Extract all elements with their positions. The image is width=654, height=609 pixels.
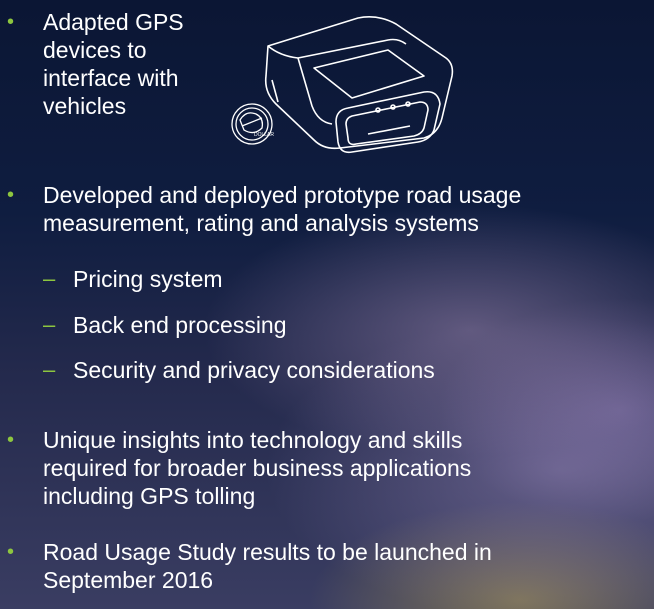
bullet-line: measurement, rating and analysis systems — [43, 210, 479, 236]
sub-bullet-pricing: – Pricing system — [0, 265, 654, 293]
bullet-line: devices to — [43, 37, 147, 63]
bullet-dot: • — [7, 11, 15, 33]
sub-bullet-text: Pricing system — [73, 266, 223, 292]
obd-device-image: DOLLAR — [231, 16, 454, 154]
bullet-line: including GPS tolling — [43, 483, 256, 509]
bullet-line: required for broader business applicatio… — [43, 455, 472, 481]
sub-bullet-text: Security and privacy considerations — [73, 357, 435, 383]
sub-bullet-text: Back end processing — [73, 312, 287, 338]
bullet-developed: • Developed and deployed prototype road … — [0, 181, 654, 237]
bullet-line: Road Usage Study results to be launched … — [43, 539, 492, 565]
bullet-dot: • — [7, 541, 15, 563]
sub-bullet-backend: – Back end processing — [0, 311, 654, 339]
bullet-line: interface with — [43, 65, 179, 91]
sub-bullet-dash: – — [43, 357, 56, 382]
coin-label: DOLLAR — [254, 132, 274, 138]
sub-bullet-dash: – — [43, 266, 56, 291]
sub-bullet-security: – Security and privacy considerations — [0, 356, 654, 384]
bullet-line: vehicles — [43, 93, 127, 119]
bullet-insights: • Unique insights into technology and sk… — [0, 426, 654, 510]
bullet-dot: • — [7, 429, 15, 451]
bullet-results: • Road Usage Study results to be launche… — [0, 538, 654, 594]
coin-icon — [231, 103, 273, 145]
sub-bullet-dash: – — [43, 312, 56, 337]
bullet-line: Adapted GPS — [43, 9, 184, 35]
bullet-dot: • — [7, 184, 15, 206]
bullet-line: Developed and deployed prototype road us… — [43, 182, 522, 208]
bullet-line: Unique insights into technology and skil… — [43, 427, 463, 453]
bullet-line: September 2016 — [43, 567, 214, 593]
